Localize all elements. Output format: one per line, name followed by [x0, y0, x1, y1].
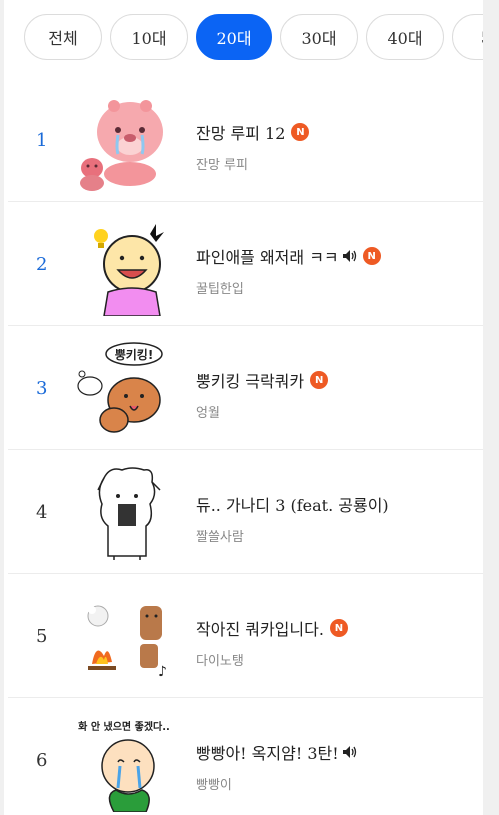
tab-10s[interactable]: 10대 — [110, 14, 188, 60]
list-item[interactable]: 4 듀.. 가나디 3 (feat. 공룡이) 짤쓸사람 — [8, 450, 491, 574]
rank-number: 4 — [36, 501, 48, 523]
item-title: 뿡키킹 극락쿼카 N — [196, 368, 329, 392]
rank-number: 1 — [36, 129, 48, 151]
tab-30s[interactable]: 30대 — [280, 14, 358, 60]
list-item[interactable]: 1 잔망 루피 12 N 잔망 루피 — [8, 78, 491, 202]
age-filter-tabs: 전체 10대 20대 30대 40대 50 — [24, 14, 491, 62]
crying-bald-sticker-icon[interactable]: 화 안 냈으면 좋겠다.. — [74, 708, 174, 812]
sticker-ranking-panel: 전체 10대 20대 30대 40대 50 1 — [4, 0, 491, 815]
sticker-caption: 화 안 냈으면 좋겠다.. — [78, 720, 170, 733]
item-info: 듀.. 가나디 3 (feat. 공룡이) 짤쓸사람 — [196, 492, 389, 545]
tab-20s[interactable]: 20대 — [196, 14, 272, 60]
item-title-text: 파인애플 왜저래 ㅋㅋ — [196, 248, 339, 267]
pineapple-head-sticker-icon[interactable] — [74, 212, 174, 316]
new-badge: N — [310, 371, 329, 389]
rank-number: 6 — [36, 749, 48, 771]
pink-beaver-sticker-icon[interactable] — [74, 88, 174, 192]
item-title: 잔망 루피 12 N — [196, 120, 310, 144]
item-creator: 잔망 루피 — [196, 158, 248, 173]
item-creator: 엉월 — [196, 406, 220, 421]
list-item[interactable]: 5 ♪ 작아진 쿼카입니다. N 다이노탱 — [8, 574, 491, 698]
item-creator: 다이노탱 — [196, 654, 244, 669]
item-title: 파인애플 왜저래 ㅋㅋ N — [196, 244, 381, 268]
right-edge — [483, 0, 491, 815]
item-creator: 빵빵이 — [196, 778, 232, 793]
tab-all[interactable]: 전체 — [24, 14, 102, 60]
tiny-quokka-sticker-icon[interactable]: ♪ — [74, 584, 174, 688]
item-info: 작아진 쿼카입니다. N 다이노탱 — [196, 616, 348, 669]
list-item[interactable]: 2 파인애플 왜저래 ㅋㅋ N 꿀팁한입 — [8, 202, 491, 326]
new-badge: N — [329, 619, 348, 637]
rank-number: 3 — [36, 377, 48, 399]
item-title: 작아진 쿼카입니다. N — [196, 616, 348, 640]
item-info: 뿡키킹 극락쿼카 N 엉월 — [196, 368, 329, 421]
svg-text:♪: ♪ — [158, 664, 167, 680]
quokka-sticker-icon[interactable]: 뿡키킹! — [74, 336, 174, 440]
rank-number: 5 — [36, 625, 48, 647]
item-title: 빵빵아! 옥지얌! 3탄! — [196, 740, 357, 764]
item-creator: 꿀팁한입 — [196, 282, 244, 297]
item-info: 빵빵아! 옥지얌! 3탄! 빵빵이 — [196, 740, 357, 793]
sound-icon — [342, 250, 357, 262]
item-info: 잔망 루피 12 N 잔망 루피 — [196, 120, 310, 173]
new-badge: N — [362, 247, 381, 265]
item-title-text: 작아진 쿼카입니다. — [196, 620, 324, 639]
item-title-text: 빵빵아! 옥지얌! 3탄! — [196, 744, 339, 763]
tab-40s[interactable]: 40대 — [366, 14, 444, 60]
item-info: 파인애플 왜저래 ㅋㅋ N 꿀팁한입 — [196, 244, 381, 297]
white-puppy-sticker-icon[interactable] — [74, 460, 174, 564]
sticker-caption: 뿡키킹! — [115, 347, 154, 362]
item-title: 듀.. 가나디 3 (feat. 공룡이) — [196, 492, 389, 516]
item-title-text: 뿡키킹 극락쿼카 — [196, 372, 305, 391]
rank-number: 2 — [36, 253, 48, 275]
item-title-text: 잔망 루피 12 — [196, 124, 286, 143]
list-item[interactable]: 6 화 안 냈으면 좋겠다.. 빵빵아! 옥지얌! 3탄! 빵빵이 — [8, 698, 491, 815]
new-badge: N — [291, 123, 310, 141]
ranking-list: 1 잔망 루피 12 N 잔망 루피 2 파인애플 왜저래 ㅋㅋ N 꿀팁한입 … — [8, 78, 491, 815]
sound-icon — [342, 746, 357, 758]
list-item[interactable]: 3 뿡키킹! 뿡키킹 극락쿼카 N 엉월 — [8, 326, 491, 450]
item-title-text: 듀.. 가나디 3 (feat. 공룡이) — [196, 496, 389, 515]
item-creator: 짤쓸사람 — [196, 530, 244, 545]
